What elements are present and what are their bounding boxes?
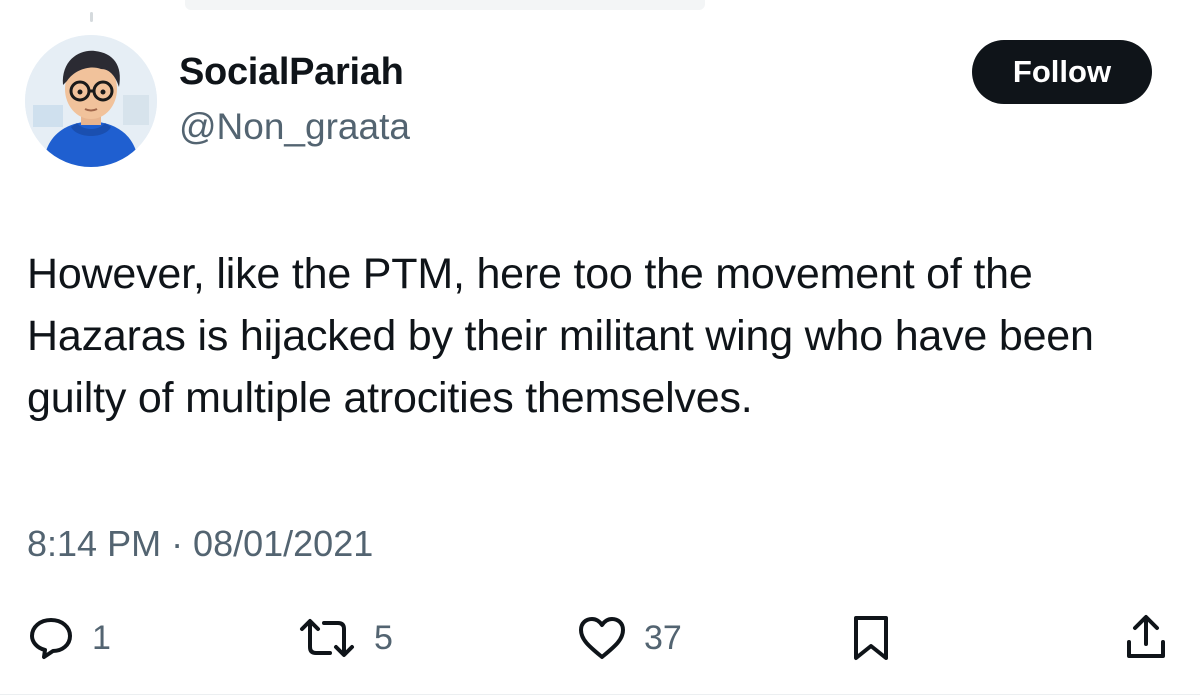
action-bar: 1 5 37 — [0, 608, 1200, 668]
avatar-image — [25, 35, 157, 167]
reply-icon — [26, 613, 76, 663]
bookmark-icon — [848, 612, 894, 664]
top-divider — [185, 0, 705, 10]
reply-button[interactable]: 1 — [26, 608, 111, 668]
bookmark-button[interactable] — [848, 608, 894, 668]
retweet-button[interactable]: 5 — [296, 608, 393, 668]
author-handle[interactable]: @Non_graata — [179, 106, 410, 148]
retweet-count: 5 — [374, 618, 393, 657]
tweet-text: However, like the PTM, here too the move… — [27, 250, 1094, 422]
share-icon — [1122, 612, 1170, 664]
retweet-icon — [296, 613, 358, 663]
author-info: SocialPariah @Non_graata — [179, 50, 410, 148]
bottom-divider — [0, 694, 1200, 695]
reply-count: 1 — [92, 618, 111, 657]
heart-icon — [576, 613, 628, 663]
tweet-timestamp[interactable]: 8:14 PM · 08/01/2021 — [27, 522, 373, 566]
avatar[interactable] — [25, 35, 157, 167]
like-count: 37 — [644, 618, 682, 657]
tweet-card: SocialPariah @Non_graata Follow However,… — [0, 0, 1200, 700]
follow-button[interactable]: Follow — [972, 40, 1152, 104]
share-button[interactable] — [1122, 608, 1170, 668]
author-display-name[interactable]: SocialPariah — [179, 50, 410, 94]
thread-connector — [90, 12, 93, 22]
like-button[interactable]: 37 — [576, 608, 682, 668]
